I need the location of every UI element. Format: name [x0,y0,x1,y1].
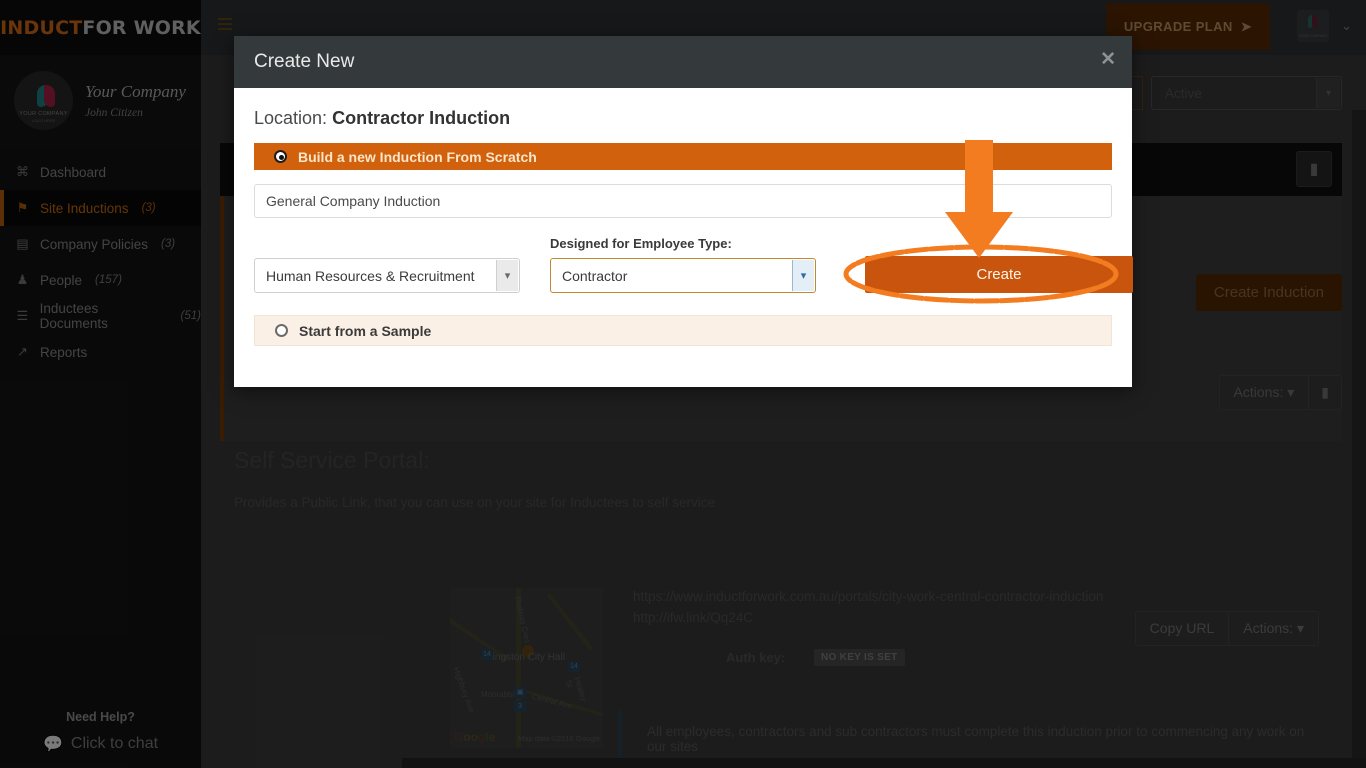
radio-build-from-scratch[interactable] [274,150,287,163]
modal-row-selects: Human Resources & Recruitment ▾ Designed… [254,236,1133,293]
modal-title: Create New [254,51,355,72]
location-value: Contractor Induction [332,108,511,128]
modal-header: Create New ✕ [234,36,1132,88]
option-start-from-sample[interactable]: Start from a Sample [254,315,1112,346]
location-label: Location: [254,108,328,128]
employee-type-value: Contractor [562,267,628,284]
department-select[interactable]: Human Resources & Recruitment ▾ [254,258,520,293]
induction-name-input[interactable]: General Company Induction [254,184,1112,218]
app-root: INDUCTFOR WORK YOUR COMPANY LOGO HERE Yo… [0,0,1366,768]
create-button[interactable]: Create [865,256,1133,293]
employee-type-select[interactable]: Contractor ▾ [550,258,816,293]
induction-name-value: General Company Induction [266,193,441,209]
chevron-down-icon: ▾ [496,260,518,291]
option-build-from-scratch[interactable]: Build a new Induction From Scratch [254,143,1112,170]
create-new-modal: Create New ✕ Location: Contractor Induct… [234,36,1133,387]
radio-start-from-sample[interactable] [275,324,288,337]
modal-body: Location: Contractor Induction Build a n… [234,88,1133,346]
department-value: Human Resources & Recruitment [266,267,475,284]
employee-type-label: Designed for Employee Type: [550,236,732,251]
employee-type-group: Designed for Employee Type: Contractor ▾ [550,236,816,293]
location-line: Location: Contractor Induction [254,108,1112,129]
option-build-from-scratch-label: Build a new Induction From Scratch [298,148,537,165]
chevron-down-icon: ▾ [792,260,814,291]
option-start-from-sample-label: Start from a Sample [299,322,432,339]
close-icon[interactable]: ✕ [1100,50,1116,69]
